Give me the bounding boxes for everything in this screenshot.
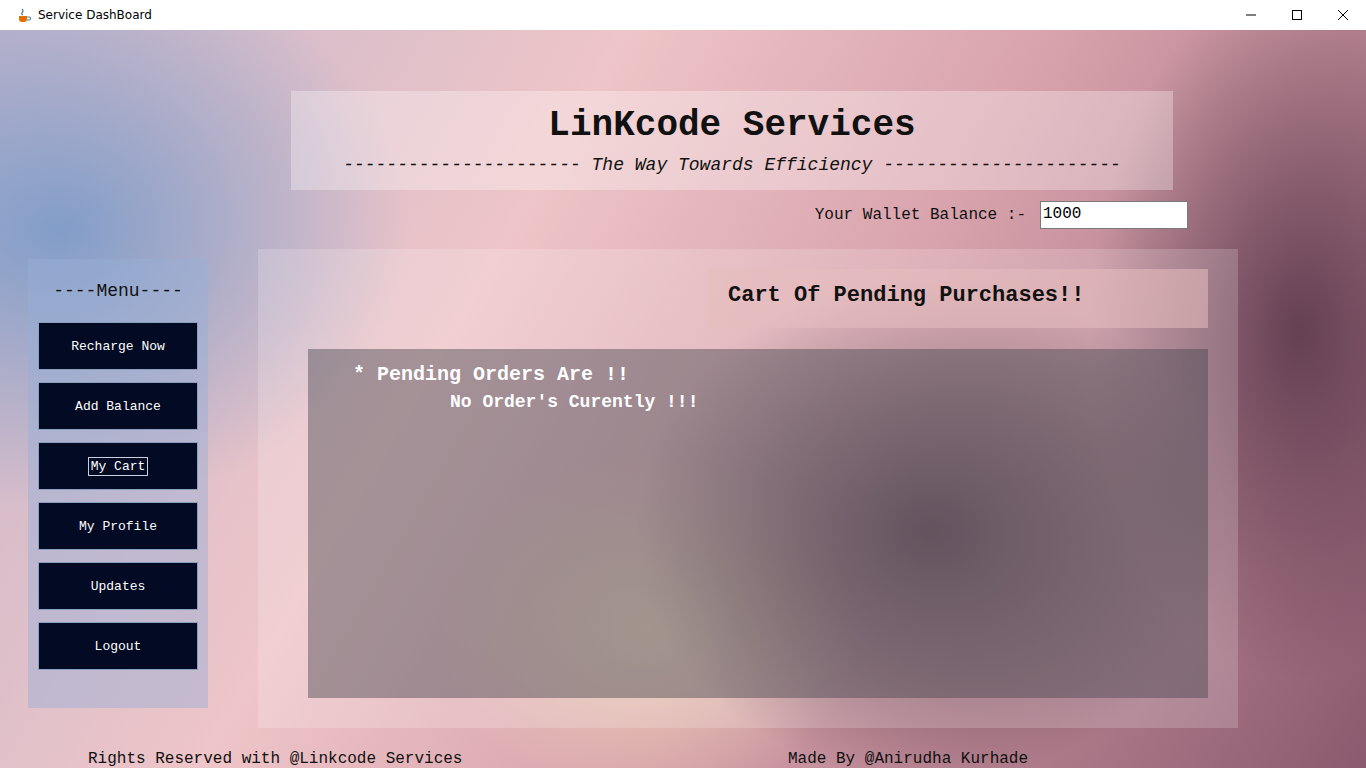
menu-button[interactable]: Logout xyxy=(38,622,198,670)
tagline: ---------------------- The Way Towards E… xyxy=(291,155,1173,175)
orders-message: No Order's Curently !!! xyxy=(450,392,1208,412)
close-icon xyxy=(1337,9,1349,21)
wallet-label: Your Wallet Balance :- xyxy=(815,206,1026,224)
menu-button[interactable]: My Cart xyxy=(38,442,198,490)
author-text: Made By @Anirudha Kurhade xyxy=(788,750,1028,768)
wallet-field[interactable]: 1000 xyxy=(1040,201,1188,229)
minimize-button[interactable] xyxy=(1228,0,1274,30)
app-window: Service DashBoard LinKcode Services ------… xyxy=(0,0,1366,768)
maximize-button[interactable] xyxy=(1274,0,1320,30)
wallet-row: Your Wallet Balance :- 1000 xyxy=(0,201,1188,229)
close-button[interactable] xyxy=(1320,0,1366,30)
cart-title: Cart Of Pending Purchases!! xyxy=(708,269,1208,328)
maximize-icon xyxy=(1291,9,1303,21)
menu-button[interactable]: Add Balance xyxy=(38,382,198,430)
menu-panel: ----Menu---- Recharge Now Add Balance My Ca… xyxy=(28,259,208,708)
window-title: Service DashBoard xyxy=(38,8,1222,22)
java-icon xyxy=(16,7,32,23)
dashboard: LinKcode Services ---------------------- … xyxy=(0,30,1366,768)
title-bar: Service DashBoard xyxy=(0,0,1366,30)
menu-title: ----Menu---- xyxy=(38,281,198,301)
footer: Rights Reserved with @Linkcode ServicesM… xyxy=(0,728,1366,768)
menu-button[interactable]: Updates xyxy=(38,562,198,610)
cart-panel: Cart Of Pending Purchases!! * Pending Ord… xyxy=(258,249,1238,728)
rights-text: Rights Reserved with @Linkcode Services xyxy=(88,750,788,768)
menu-button[interactable]: Recharge Now xyxy=(38,322,198,370)
orders-box: * Pending Orders Are !! No Order's Curent… xyxy=(308,349,1208,698)
orders-heading: * Pending Orders Are !! xyxy=(353,363,1208,386)
menu-button[interactable]: My Profile xyxy=(38,502,198,550)
header: LinKcode Services ---------------------- … xyxy=(291,91,1173,190)
minimize-icon xyxy=(1245,9,1257,21)
brand-title: LinKcode Services xyxy=(291,105,1173,147)
